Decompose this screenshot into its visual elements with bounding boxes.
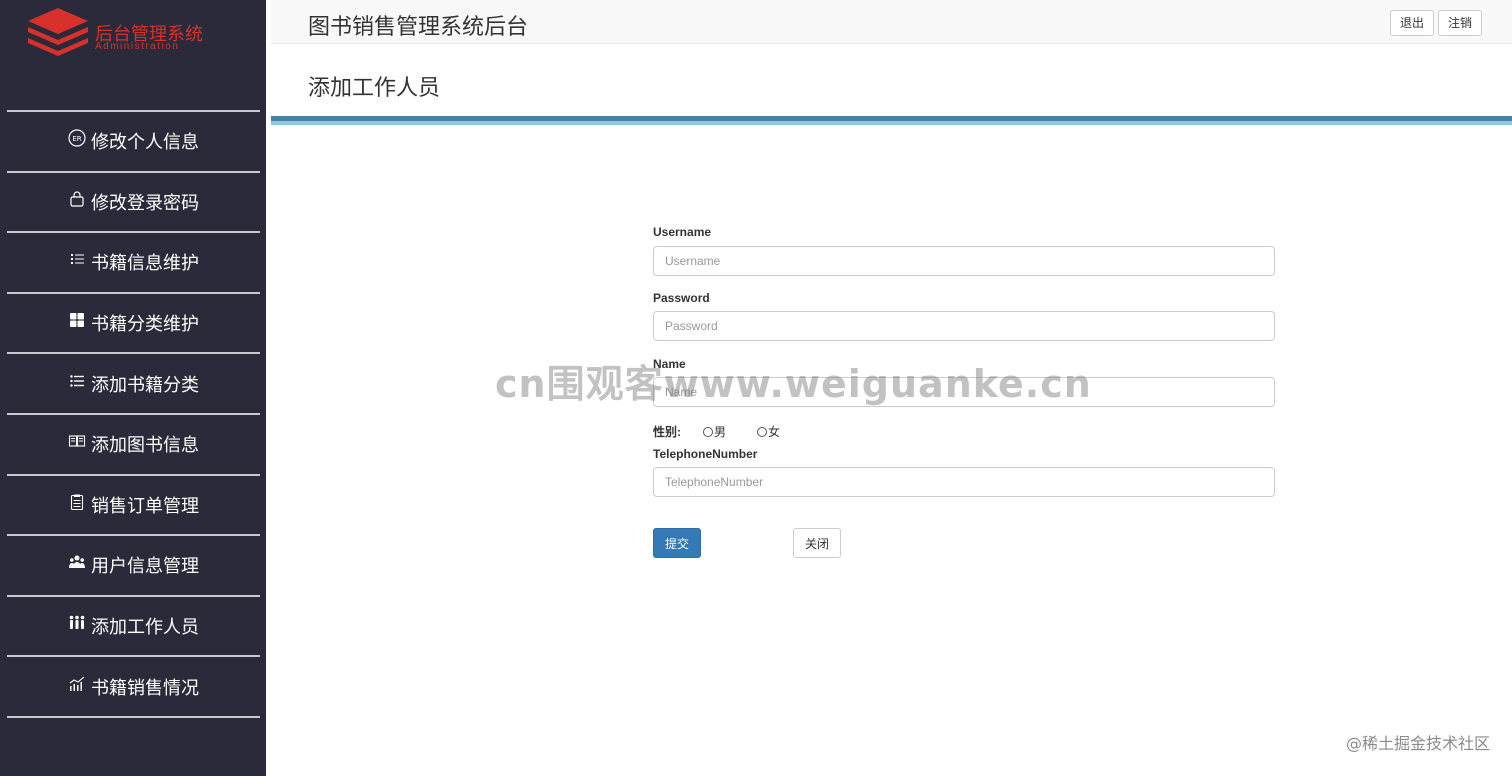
sidebar-item-add-category[interactable]: 添加书籍分类 [7,354,260,413]
gender-female-option[interactable]: 女 [757,423,780,440]
submit-button[interactable]: 提交 [653,528,701,558]
close-button[interactable]: 关闭 [793,528,841,558]
sidebar-item-edit-profile[interactable]: ER 修改个人信息 [7,112,260,171]
sidebar: 后台管理系统 Administration ER 修改个人信息 修改登录密码 书… [0,0,266,776]
gender-field: 性别: 男 女 [653,423,811,440]
staff-icon [68,614,86,632]
id-card-icon: ER [68,129,86,147]
list-icon [68,250,86,268]
username-label: Username [653,225,712,239]
gender-label: 性别: [653,425,681,439]
sidebar-item-book-category[interactable]: 书籍分类维护 [7,294,260,353]
chart-icon [68,675,86,693]
sidebar-item-orders[interactable]: 销售订单管理 [7,476,260,535]
radio-female[interactable] [757,426,768,437]
sidebar-item-add-staff[interactable]: 添加工作人员 [7,597,260,656]
sidebar-item-sales-stats[interactable]: 书籍销售情况 [7,657,260,716]
gender-female-label: 女 [768,425,781,439]
watermark: cn围观客www.weiguanke.cn [495,362,1092,406]
sidebar-item-label: 销售订单管理 [91,495,199,517]
logo-stack-icon [28,8,88,56]
watermark-corner: @稀土掘金技术社区 [1345,734,1490,753]
page-title: 添加工作人员 [308,76,441,101]
sidebar-item-add-book[interactable]: 添加图书信息 [7,415,260,474]
gender-male-label: 男 [714,425,727,439]
sidebar-item-label: 添加工作人员 [91,617,199,639]
logout-button[interactable]: 退出 [1390,10,1435,36]
book-open-icon [68,432,86,450]
logo-subtitle: Administration [95,41,180,52]
sidebar-item-label: 书籍信息维护 [91,253,199,275]
logo: 后台管理系统 Administration [26,8,226,64]
svg-text:ER: ER [72,135,81,143]
radio-male[interactable] [703,426,713,437]
sidebar-item-users[interactable]: 用户信息管理 [7,536,260,595]
password-input[interactable] [653,311,1275,341]
sidebar-nav: ER 修改个人信息 修改登录密码 书籍信息维护 书籍分类维护 添加书籍分类 添加… [7,110,260,718]
list-bullets-icon [68,372,86,390]
app-title: 图书销售管理系统后台 [308,15,529,40]
sidebar-item-label: 修改登录密码 [91,192,199,214]
sidebar-item-change-password[interactable]: 修改登录密码 [7,173,260,232]
deregister-button[interactable]: 注销 [1438,10,1483,36]
clipboard-icon [68,493,86,511]
phone-label: TelephoneNumber [653,447,758,461]
sidebar-item-book-info[interactable]: 书籍信息维护 [7,233,260,292]
sidebar-item-label: 修改个人信息 [91,132,199,154]
sidebar-item-label: 用户信息管理 [91,556,199,578]
gender-male-option[interactable]: 男 [703,423,726,440]
lock-icon [68,190,86,208]
sidebar-item-label: 添加书籍分类 [91,374,199,396]
header-divider-accent [271,121,1512,125]
users-icon [68,553,86,571]
sidebar-item-label: 添加图书信息 [91,435,199,457]
username-input[interactable] [653,246,1275,276]
top-navbar: 图书销售管理系统后台 退出 注销 [271,0,1512,44]
password-label: Password [653,291,710,305]
sidebar-item-label: 书籍分类维护 [91,314,199,336]
grid-icon [68,311,86,329]
nav-divider [7,715,260,718]
sidebar-item-label: 书籍销售情况 [91,677,199,699]
phone-input[interactable] [653,467,1275,497]
app-root: 后台管理系统 Administration ER 修改个人信息 修改登录密码 书… [0,0,1512,776]
